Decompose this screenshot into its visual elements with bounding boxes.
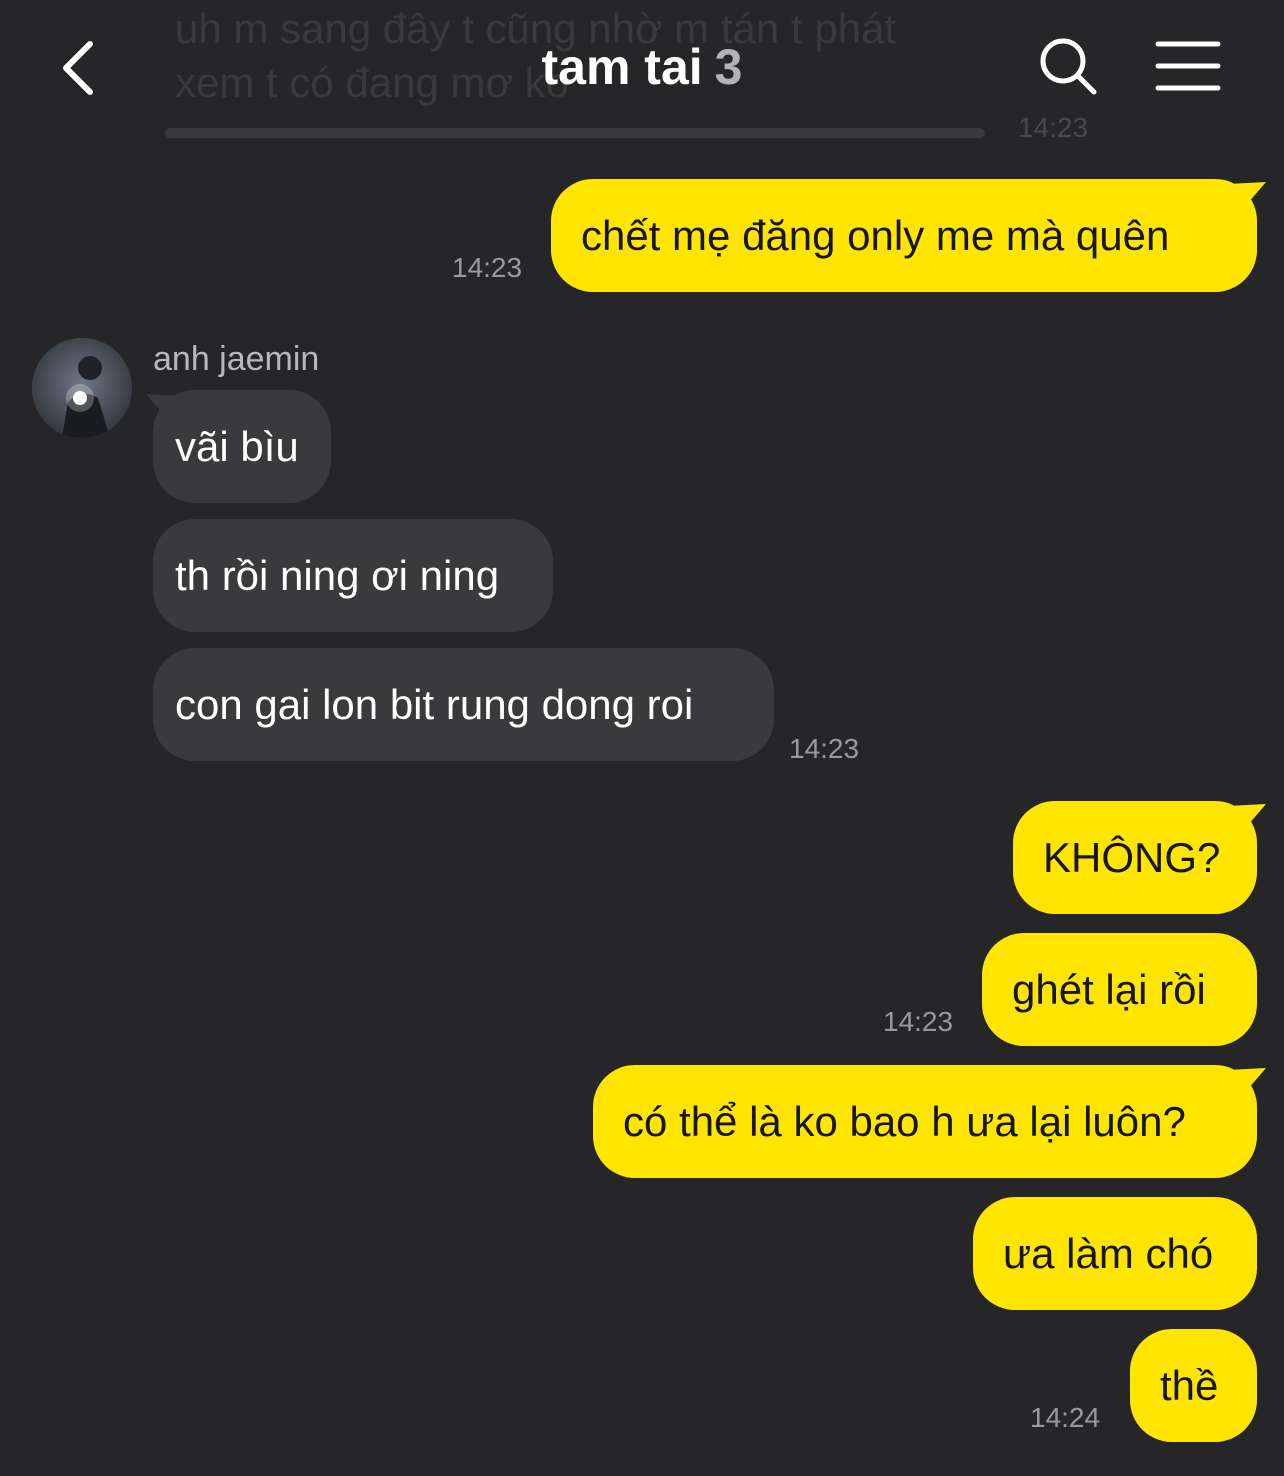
- message-time: 14:23: [452, 252, 523, 283]
- message-bubble[interactable]: th rồi ning ơi ning: [153, 519, 553, 632]
- message-bubble[interactable]: vãi bìu: [153, 390, 331, 503]
- message-bubble[interactable]: có thể là ko bao h ưa lại luôn?: [593, 1065, 1257, 1178]
- message-text: KHÔNG?: [1043, 833, 1221, 881]
- message-bubble[interactable]: ghét lại rồi: [982, 933, 1257, 1046]
- message-bubble[interactable]: thề: [1130, 1329, 1257, 1442]
- profile-photo: [32, 338, 132, 438]
- message-text: th rồi ning ơi ning: [175, 551, 500, 599]
- chat-title-text: tam tai: [541, 39, 703, 95]
- message-text: con gai lon bit rung dong roi: [175, 680, 694, 728]
- message-bubble[interactable]: KHÔNG?: [1013, 801, 1257, 914]
- menu-button[interactable]: [1154, 38, 1222, 94]
- search-button[interactable]: [1036, 34, 1100, 98]
- hamburger-menu-icon: [1155, 41, 1221, 91]
- message-bubble[interactable]: chết mẹ đăng only me mà quên: [551, 179, 1257, 292]
- message-text: ghét lại rồi: [1012, 965, 1206, 1013]
- message-text: thề: [1160, 1361, 1219, 1409]
- message-text: có thể là ko bao h ưa lại luôn?: [623, 1097, 1186, 1145]
- message-time: 14:23: [883, 1006, 954, 1037]
- avatar[interactable]: [32, 338, 132, 438]
- message-time: 14:24: [1030, 1402, 1101, 1433]
- chat-header: tam tai 3: [0, 0, 1284, 140]
- search-icon: [1040, 38, 1097, 95]
- message-bubble[interactable]: con gai lon bit rung dong roi: [153, 648, 774, 761]
- sender-name: anh jaemin: [153, 340, 320, 378]
- message-text: chết mẹ đăng only me mà quên: [581, 211, 1170, 259]
- message-text: vãi bìu: [175, 422, 299, 470]
- message-bubble[interactable]: ưa làm chó: [973, 1197, 1257, 1310]
- message-text: ưa làm chó: [1003, 1229, 1214, 1277]
- message-time: 14:23: [789, 733, 860, 764]
- member-count: 3: [714, 39, 743, 95]
